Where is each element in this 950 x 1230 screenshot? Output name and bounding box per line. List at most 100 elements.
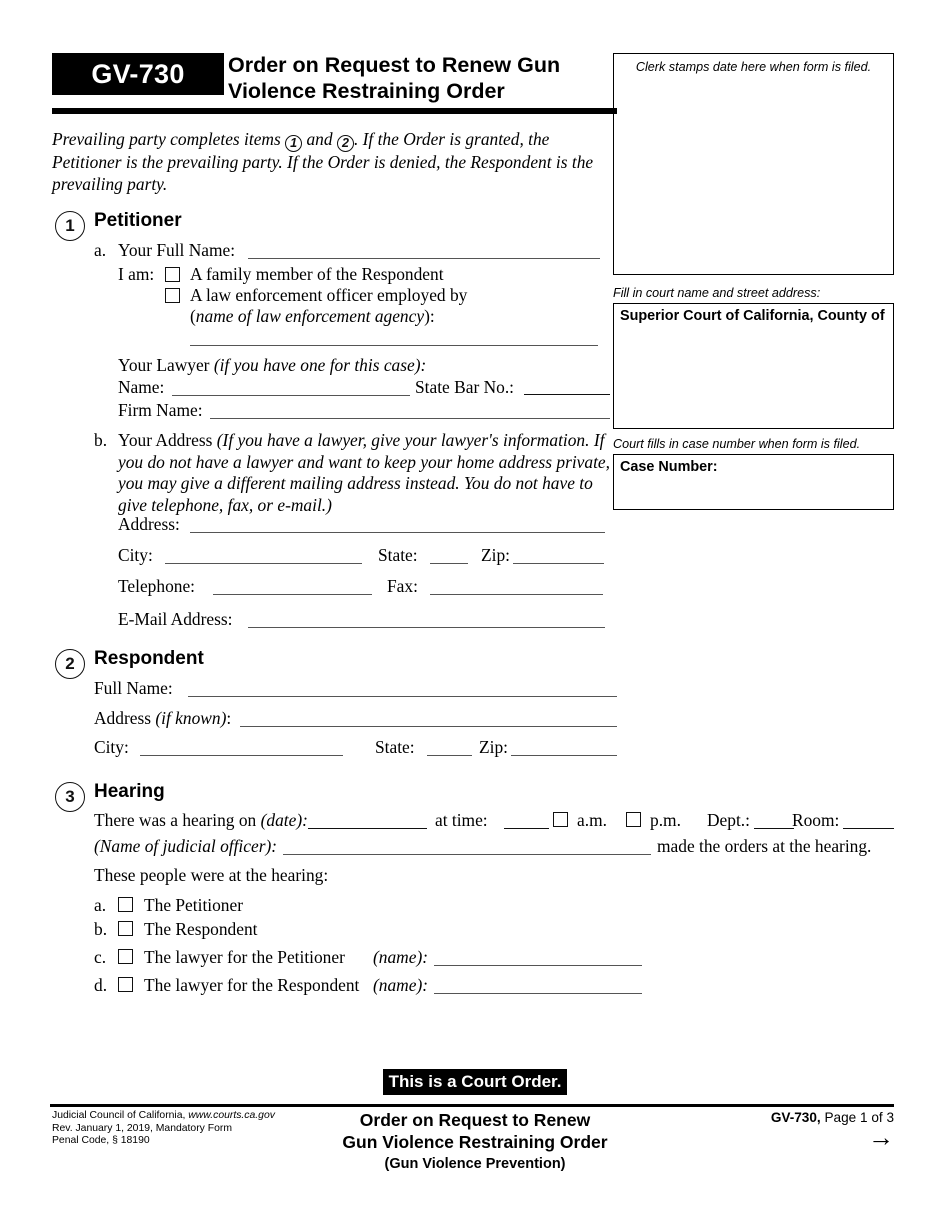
firm-name-label: Firm Name: [118,400,203,420]
next-page-arrow-icon: → [868,1122,894,1152]
petitioner-email-input[interactable] [248,627,605,628]
firm-name-input[interactable] [210,418,610,419]
checkbox-attendee-petitioner-lawyer[interactable] [118,949,133,964]
hint-close-paren: ): [424,306,435,326]
attendee-d-name-hint: (name): [373,975,429,995]
pm-label: p.m. [650,810,681,830]
petitioner-fax-label: Fax: [387,576,418,596]
attendee-b-label: The Respondent [144,919,258,939]
court-order-banner: This is a Court Order. [383,1069,567,1095]
respondent-city-label: City: [94,737,129,757]
i-am-label: I am: [118,264,155,284]
checkbox-law-enforcement-officer[interactable] [165,288,180,303]
hearing-date-input[interactable] [308,828,427,829]
attendee-c-name-hint: (name): [373,947,429,967]
checkbox-attendee-respondent[interactable] [118,921,133,936]
room-input[interactable] [843,828,894,829]
intro-step-2-marker: 2 [336,135,354,152]
petitioner-zip-input[interactable] [513,563,604,564]
court-name-label: Superior Court of California, County of [620,308,885,324]
hearing-time-input[interactable] [504,828,549,829]
page-title-line-1: Order on Request to Renew Gun [228,53,561,77]
your-address-heading: Your Address [118,430,213,450]
dept-label: Dept.: [707,810,750,830]
intro-text-part-1: Prevailing party completes items [52,129,281,149]
attendee-d-name-input[interactable] [434,993,642,994]
judicial-officer-hint: (Name of judicial officer): [94,836,278,856]
respondent-full-name-input[interactable] [188,696,617,697]
your-address-block: Your Address (If you have a lawyer, give… [118,430,618,516]
respondent-full-name-label: Full Name: [94,678,173,698]
court-box-caption: Fill in court name and street address: [613,286,821,300]
footer-divider [50,1104,894,1107]
full-name-label: Your Full Name: [118,240,236,260]
petitioner-address-input[interactable] [190,532,605,533]
checkbox-am[interactable] [553,812,568,827]
footer-title-line-1: Order on Request to Renew [359,1110,591,1130]
petitioner-city-label: City: [118,545,153,565]
petitioner-address-label: Address: [118,514,180,534]
respondent-state-input[interactable] [427,755,472,756]
petitioner-full-name-input[interactable] [248,258,600,259]
footer-right-block: GV-730, Page 1 of 3 [700,1110,894,1125]
petitioner-zip-label: Zip: [481,545,510,565]
court-name-box[interactable]: Superior Court of California, County of [613,303,894,429]
choice-law-enforcement-label: A law enforcement officer employed by [190,285,468,305]
dept-input[interactable] [754,828,794,829]
footer-judicial-council-text: Judicial Council of California, [52,1110,189,1121]
lawyer-name-input[interactable] [172,395,410,396]
checkbox-pm[interactable] [626,812,641,827]
petitioner-state-input[interactable] [430,563,468,564]
section-heading-hearing: Hearing [94,781,165,802]
state-bar-label: State Bar No.: [415,377,515,397]
your-lawyer-hint: (if you have one for this case): [213,355,427,375]
footer-title-line-2: Gun Violence Restraining Order [342,1132,608,1152]
lawyer-name-label: Name: [118,377,165,397]
your-lawyer-line: Your Lawyer (if you have one for this ca… [118,355,426,376]
checkbox-family-member[interactable] [165,267,180,282]
title-divider [52,108,617,114]
intro-paragraph: Prevailing party completes items 1 and 2… [52,129,617,195]
footer-title-line-3: (Gun Violence Prevention) [384,1156,566,1172]
attendee-c-name-input[interactable] [434,965,642,966]
step-marker-3: 3 [55,782,85,812]
item-1b-letter: b. [94,430,108,450]
petitioner-city-input[interactable] [165,563,362,564]
petitioner-telephone-label: Telephone: [118,576,196,596]
hearing-date-line: There was a hearing on (date): [94,810,308,831]
judicial-officer-input[interactable] [283,854,651,855]
attendee-a-letter: a. [94,895,107,915]
made-orders-text: made the orders at the hearing. [657,836,872,856]
step-marker-2: 2 [55,649,85,679]
petitioner-telephone-input[interactable] [213,594,372,595]
checkbox-attendee-respondent-lawyer[interactable] [118,977,133,992]
footer-center-block: Order on Request to Renew Gun Violence R… [300,1109,650,1175]
intro-and: and [306,129,333,149]
attendee-a-label: The Petitioner [144,895,244,915]
attendee-d-label: The lawyer for the Respondent [144,975,360,995]
respondent-address-input[interactable] [240,726,617,727]
respondent-zip-input[interactable] [511,755,617,756]
section-heading-respondent: Respondent [94,648,204,669]
page-title: Order on Request to Renew Gun Violence R… [228,52,628,104]
law-enforcement-agency-input[interactable] [190,345,598,346]
state-bar-number-input[interactable] [524,394,610,395]
petitioner-state-label: State: [378,545,418,565]
form-page: GV-730 Order on Request to Renew Gun Vio… [0,0,950,1230]
petitioner-fax-input[interactable] [430,594,603,595]
page-title-line-2: Violence Restraining Order [228,79,505,103]
item-1a-letter: a. [94,240,107,260]
footer-website-link[interactable]: www.courts.ca.gov [188,1110,275,1121]
hearing-time-label: at time: [435,810,488,830]
hearing-date-hint: (date): [260,810,308,830]
am-label: a.m. [577,810,607,830]
attendee-c-label: The lawyer for the Petitioner [144,947,345,967]
respondent-address-text: Address [94,708,151,728]
checkbox-attendee-petitioner[interactable] [118,897,133,912]
hint-agency-text: name of law enforcement agency [195,306,425,326]
form-code-badge: GV-730 [52,53,224,95]
choice-family-member-label: A family member of the Respondent [190,264,444,284]
respondent-city-input[interactable] [140,755,343,756]
case-number-box[interactable]: Case Number: [613,454,894,510]
step-marker-1: 1 [55,211,85,241]
